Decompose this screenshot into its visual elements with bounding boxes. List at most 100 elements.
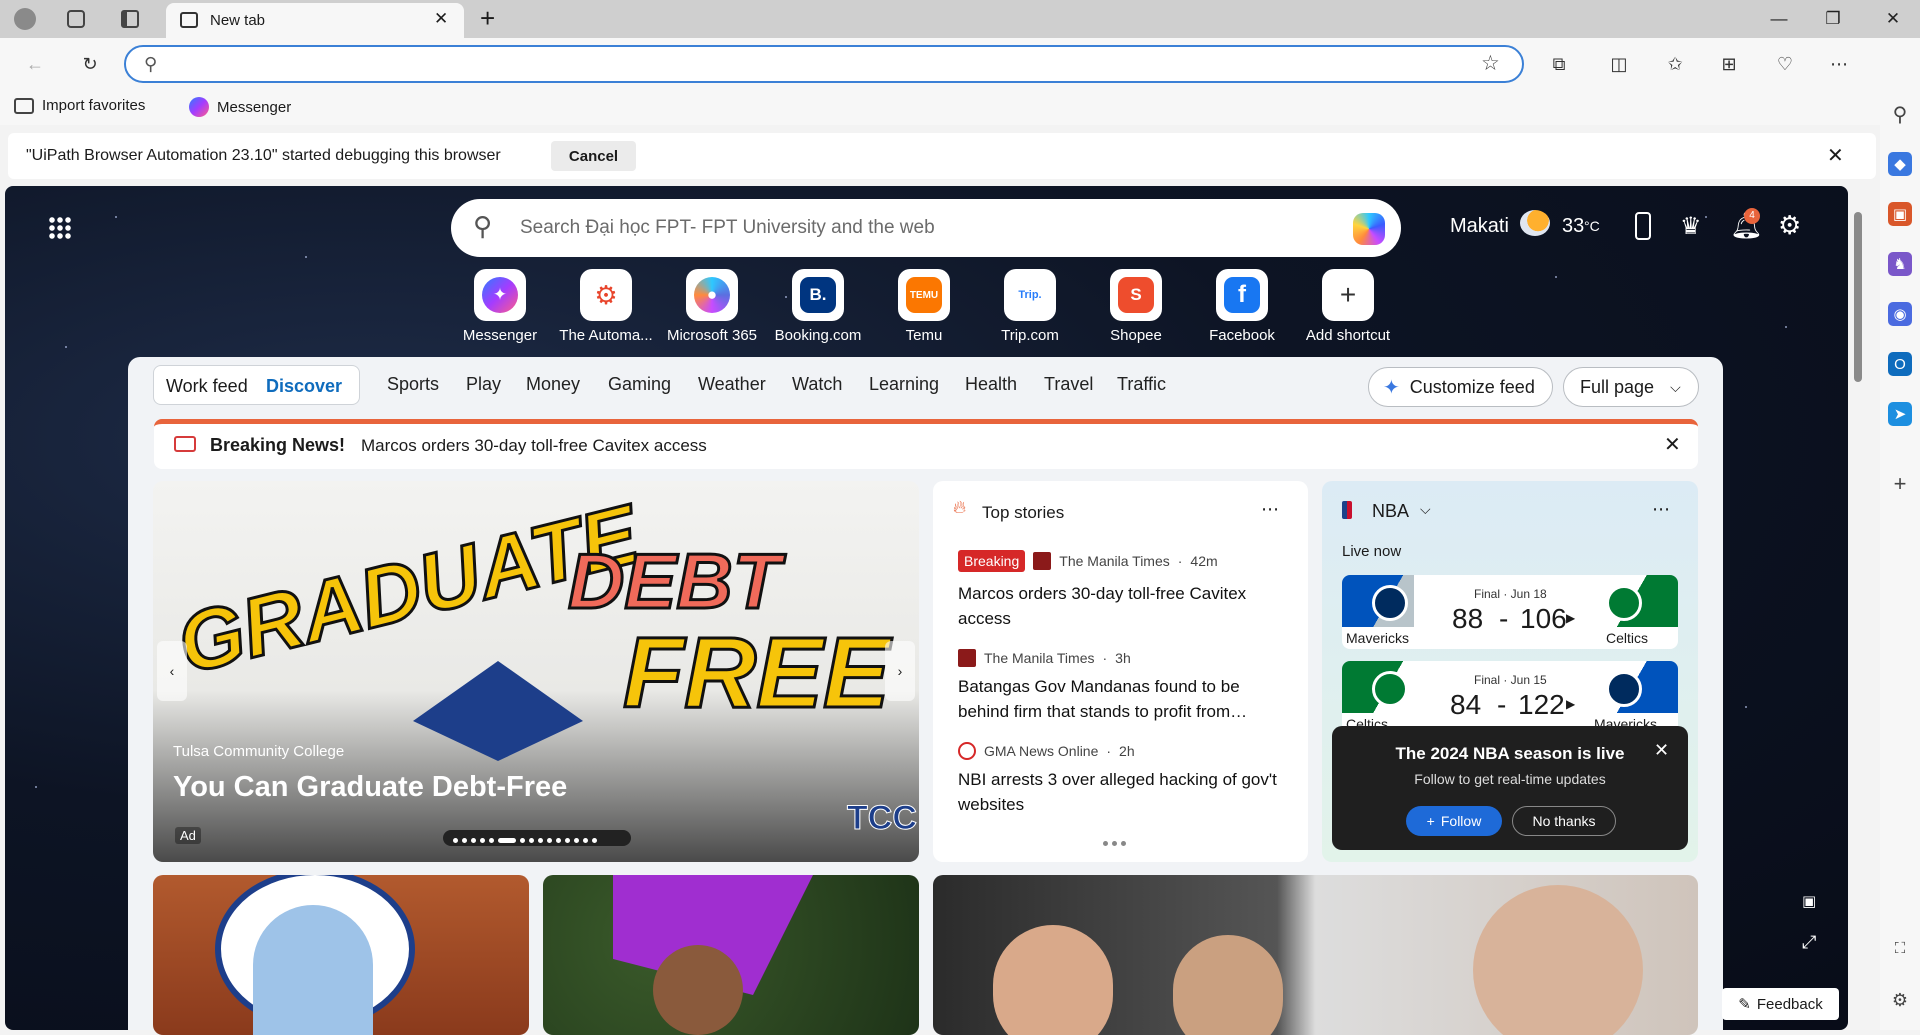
outlook-icon[interactable]: O [1888, 352, 1912, 376]
rewards-icon[interactable]: ♛ [1680, 212, 1702, 241]
favorite-messenger[interactable]: Messenger [189, 97, 291, 117]
favorite-label: Import favorites [42, 97, 146, 114]
sidebar-settings-icon[interactable]: ⚙ [1888, 988, 1912, 1012]
shortcut-facebook[interactable]: f Facebook [1190, 269, 1294, 344]
new-tab-button[interactable]: + [480, 3, 495, 34]
split-screen-icon[interactable]: ◫ [1606, 51, 1632, 77]
shortcut-booking[interactable]: B. Booking.com [766, 269, 870, 344]
nba-title[interactable]: NBA [1372, 501, 1409, 522]
extensions-icon[interactable]: ⧉ [1546, 51, 1572, 77]
game-row[interactable]: Mavericks Final · Jun 18 88 - 106 ▶ Celt… [1342, 575, 1678, 649]
stories-pager[interactable] [1101, 833, 1128, 849]
background-image-icon[interactable]: ▣ [1802, 892, 1816, 910]
tab-travel[interactable]: Travel [1044, 374, 1093, 395]
chevron-down-icon[interactable]: ⌵ [1420, 501, 1431, 518]
shortcut-temu[interactable]: TEMU Temu [872, 269, 976, 344]
hero-headline[interactable]: You Can Graduate Debt-Free [173, 771, 567, 804]
back-icon[interactable]: ← [22, 51, 48, 77]
customize-feed-button[interactable]: ✦ Customize feed [1368, 367, 1553, 407]
close-infobar-icon[interactable]: ✕ [1827, 143, 1844, 168]
tools-icon[interactable]: ▣ [1888, 202, 1912, 226]
celtics-logo-icon [1372, 671, 1408, 707]
vertical-tabs-icon[interactable] [121, 10, 139, 28]
search-input[interactable]: Search Đại học FPT- FPT University and t… [520, 217, 935, 239]
cancel-button[interactable]: Cancel [551, 141, 636, 171]
games-icon[interactable]: ♞ [1888, 252, 1912, 276]
microsoft365-icon[interactable]: ◉ [1888, 302, 1912, 326]
carousel-prev-icon[interactable]: ‹ [157, 641, 187, 701]
breaking-headline[interactable]: Marcos orders 30-day toll-free Cavitex a… [361, 436, 707, 456]
close-tab-icon[interactable]: ✕ [434, 9, 448, 29]
tab-work-feed[interactable]: Work feed [166, 376, 248, 397]
favorite-star-icon[interactable]: ☆ [1481, 51, 1500, 76]
shortcut-add[interactable]: + Add shortcut [1296, 269, 1400, 344]
workspaces-icon[interactable] [67, 10, 85, 28]
browser-essentials-icon[interactable]: ♡ [1772, 51, 1798, 77]
expand-icon[interactable]: ⤢ [1802, 932, 1816, 953]
carousel-dots[interactable] [443, 830, 631, 846]
favorite-import[interactable]: Import favorites [14, 97, 145, 114]
more-options-icon[interactable]: ⋯ [1261, 499, 1279, 520]
tab-learning[interactable]: Learning [869, 374, 939, 395]
more-options-icon[interactable]: ⋯ [1652, 499, 1670, 520]
layout-dropdown[interactable]: Full page ⌵ [1563, 367, 1699, 407]
shortcut-trip[interactable]: Trip. Trip.com [978, 269, 1082, 344]
carousel-next-icon[interactable]: › [885, 641, 915, 701]
breaking-news-bar[interactable]: Breaking News! Marcos orders 30-day toll… [154, 419, 1698, 469]
profile-icon[interactable] [14, 8, 36, 30]
tab-new-tab[interactable]: New tab ✕ [166, 3, 464, 38]
story-headline[interactable]: NBI arrests 3 over alleged hacking of go… [958, 767, 1288, 817]
news-image-card[interactable] [153, 875, 529, 1035]
shortcut-microsoft365[interactable]: ● Microsoft 365 [660, 269, 764, 344]
weather-city[interactable]: Makati [1450, 215, 1509, 238]
game-row[interactable]: Celtics Final · Jun 15 84 - 122 ▶ Maveri… [1342, 661, 1678, 735]
feedback-button[interactable]: ✎ Feedback [1722, 988, 1839, 1020]
story-headline[interactable]: Marcos orders 30-day toll-free Cavitex a… [958, 581, 1288, 631]
news-image-card[interactable] [933, 875, 1698, 1035]
tab-traffic[interactable]: Traffic [1117, 374, 1166, 395]
mobile-icon[interactable] [1635, 212, 1651, 240]
score-separator: - [1497, 689, 1507, 720]
news-image-card[interactable] [543, 875, 919, 1035]
tab-sports[interactable]: Sports [387, 374, 439, 395]
screenshot-icon[interactable]: ⛶ [1888, 936, 1912, 960]
restore-button[interactable]: ❐ [1806, 0, 1860, 38]
shortcut-shopee[interactable]: S Shopee [1084, 269, 1188, 344]
page-settings-icon[interactable]: ⚙ [1778, 210, 1801, 241]
minimize-button[interactable]: — [1752, 0, 1806, 38]
tab-play[interactable]: Play [466, 374, 501, 395]
tab-gaming[interactable]: Gaming [608, 374, 671, 395]
hero-ad-card[interactable]: GRADUATE DEBT FREE ‹ › Tulsa Community C… [153, 481, 919, 862]
close-breaking-icon[interactable]: ✕ [1664, 432, 1681, 457]
scrollbar-thumb[interactable] [1854, 212, 1862, 382]
close-popup-icon[interactable]: ✕ [1654, 740, 1669, 761]
drop-icon[interactable]: ➤ [1888, 402, 1912, 426]
tab-money[interactable]: Money [526, 374, 580, 395]
weather-temp[interactable]: 33 [1562, 215, 1584, 238]
tab-health[interactable]: Health [965, 374, 1017, 395]
copilot-icon[interactable] [1353, 213, 1385, 245]
more-options-icon[interactable]: ⋯ [1826, 51, 1852, 77]
page-scrollbar[interactable] [1848, 186, 1868, 1030]
follow-button[interactable]: + Follow [1406, 806, 1502, 836]
add-sidebar-app-icon[interactable]: + [1888, 471, 1912, 496]
apps-launcher-icon[interactable] [48, 216, 72, 240]
refresh-icon[interactable]: ↻ [77, 51, 103, 77]
close-window-button[interactable]: ✕ [1866, 0, 1920, 38]
shopping-icon[interactable]: ◆ [1888, 152, 1912, 176]
sidebar-search-icon[interactable]: ⚲ [1888, 102, 1912, 126]
story-headline[interactable]: Batangas Gov Mandanas found to be behind… [958, 674, 1288, 724]
collections-icon[interactable]: ⊞ [1716, 51, 1742, 77]
address-bar[interactable]: ⚲ ☆ [124, 45, 1524, 83]
web-search-box[interactable]: ⚲ Search Đại học FPT- FPT University and… [451, 199, 1401, 257]
advertiser-logo: TCC [847, 799, 918, 838]
tab-discover[interactable]: Discover [266, 376, 342, 397]
tab-weather[interactable]: Weather [698, 374, 766, 395]
shortcut-automation[interactable]: ⚙ The Automa... [554, 269, 658, 344]
team-name: Celtics [1606, 630, 1649, 646]
favorites-icon[interactable]: ✩ [1662, 51, 1688, 77]
weather-sun-cloud-icon [1520, 210, 1550, 236]
no-thanks-button[interactable]: No thanks [1512, 806, 1616, 836]
tab-watch[interactable]: Watch [792, 374, 842, 395]
shortcut-messenger[interactable]: ✦ Messenger [448, 269, 552, 344]
